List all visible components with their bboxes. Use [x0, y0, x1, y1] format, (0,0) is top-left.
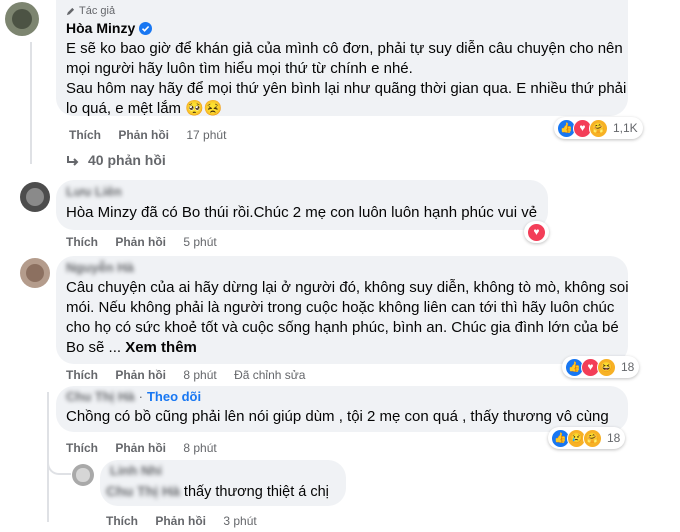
reaction-count: 18	[607, 431, 621, 445]
comment-time[interactable]: 5 phút	[183, 235, 216, 249]
comment-time[interactable]: 3 phút	[223, 514, 256, 528]
author-badge-label: Tác giả	[79, 5, 116, 17]
care-reaction-icon: 🤗	[583, 428, 602, 448]
see-more-link[interactable]: Xem thêm	[125, 339, 197, 356]
separator-dot: ·	[138, 389, 143, 404]
comment-actions: Thích Phản hồi 8 phút	[66, 441, 231, 455]
verified-badge-icon	[139, 21, 153, 35]
reaction-summary[interactable]: 👍 😢 🤗 18	[548, 427, 626, 449]
avatar[interactable]	[20, 182, 50, 212]
comment-author[interactable]: Linh Nhi	[110, 463, 162, 478]
comment-text: Chu Thị Hà thấy thương thiệt á chị	[106, 483, 329, 500]
reply-button[interactable]: Phản hồi	[118, 128, 169, 142]
author-badge: Tác giả	[66, 5, 115, 17]
avatar[interactable]	[5, 2, 39, 36]
mention-link[interactable]: Chu Thị Hà	[106, 483, 180, 499]
comment-author[interactable]: Hòa Minzy	[66, 20, 153, 36]
comment-text: Hòa Minzy đã có Bo thúi rồi.Chúc 2 mẹ co…	[66, 204, 538, 221]
comment-author[interactable]: Chu Thị Hà	[66, 389, 135, 404]
reaction-summary[interactable]: 👍 ♥ 😆 18	[562, 356, 640, 378]
reply-button[interactable]: Phản hồi	[115, 441, 166, 455]
comment-time[interactable]: 17 phút	[186, 128, 226, 142]
comment-author[interactable]: Lưu Liên	[66, 184, 122, 199]
love-reaction-icon: ♥	[527, 222, 546, 242]
comment-text: E sẽ ko bao giờ để khán giả của mình cô …	[66, 40, 627, 117]
reply-button[interactable]: Phản hồi	[155, 514, 206, 528]
reply-arrow-icon	[66, 154, 80, 166]
reply-button[interactable]: Phản hồi	[115, 235, 166, 249]
thread-line	[30, 42, 32, 164]
haha-reaction-icon: 😆	[597, 357, 616, 377]
avatar[interactable]	[20, 258, 50, 288]
comment-author[interactable]: Nguyễn Hà	[66, 260, 134, 275]
reply-button[interactable]: Phản hồi	[115, 368, 166, 382]
comment-actions: Thích Phản hồi 3 phút	[106, 514, 271, 528]
like-button[interactable]: Thích	[66, 368, 98, 382]
pen-icon	[66, 7, 75, 16]
comment-actions: Thích Phản hồi 17 phút	[69, 128, 240, 142]
reaction-summary[interactable]: 👍 ♥ 🤗 1,1K	[554, 117, 643, 139]
thread-curve	[47, 455, 71, 475]
comment-author-row: Chu Thị Hà · Theo dõi	[66, 389, 201, 404]
comment-text: Chồng có bồ cũng phải lên nói giúp dùm ,…	[66, 408, 609, 425]
like-button[interactable]: Thích	[66, 441, 98, 455]
comment-text: Câu chuyện của ai hãy dừng lại ở người đ…	[66, 279, 629, 356]
comment-actions: Thích Phản hồi 8 phút Đã chỉnh sửa	[66, 368, 319, 382]
like-button[interactable]: Thích	[106, 514, 138, 528]
view-replies-link[interactable]: 40 phản hồi	[66, 152, 166, 168]
care-reaction-icon: 🤗	[589, 118, 608, 138]
comment-actions: Thích Phản hồi 5 phút	[66, 235, 231, 249]
reaction-summary[interactable]: ♥	[524, 221, 549, 243]
like-button[interactable]: Thích	[69, 128, 101, 142]
edited-label: Đã chỉnh sửa	[234, 368, 306, 382]
comment-time[interactable]: 8 phút	[183, 368, 216, 382]
reaction-count: 1,1K	[613, 121, 638, 135]
follow-button[interactable]: Theo dõi	[147, 389, 201, 404]
reaction-count: 18	[621, 360, 635, 374]
comment-time[interactable]: 8 phút	[183, 441, 216, 455]
avatar[interactable]	[72, 464, 94, 486]
like-button[interactable]: Thích	[66, 235, 98, 249]
